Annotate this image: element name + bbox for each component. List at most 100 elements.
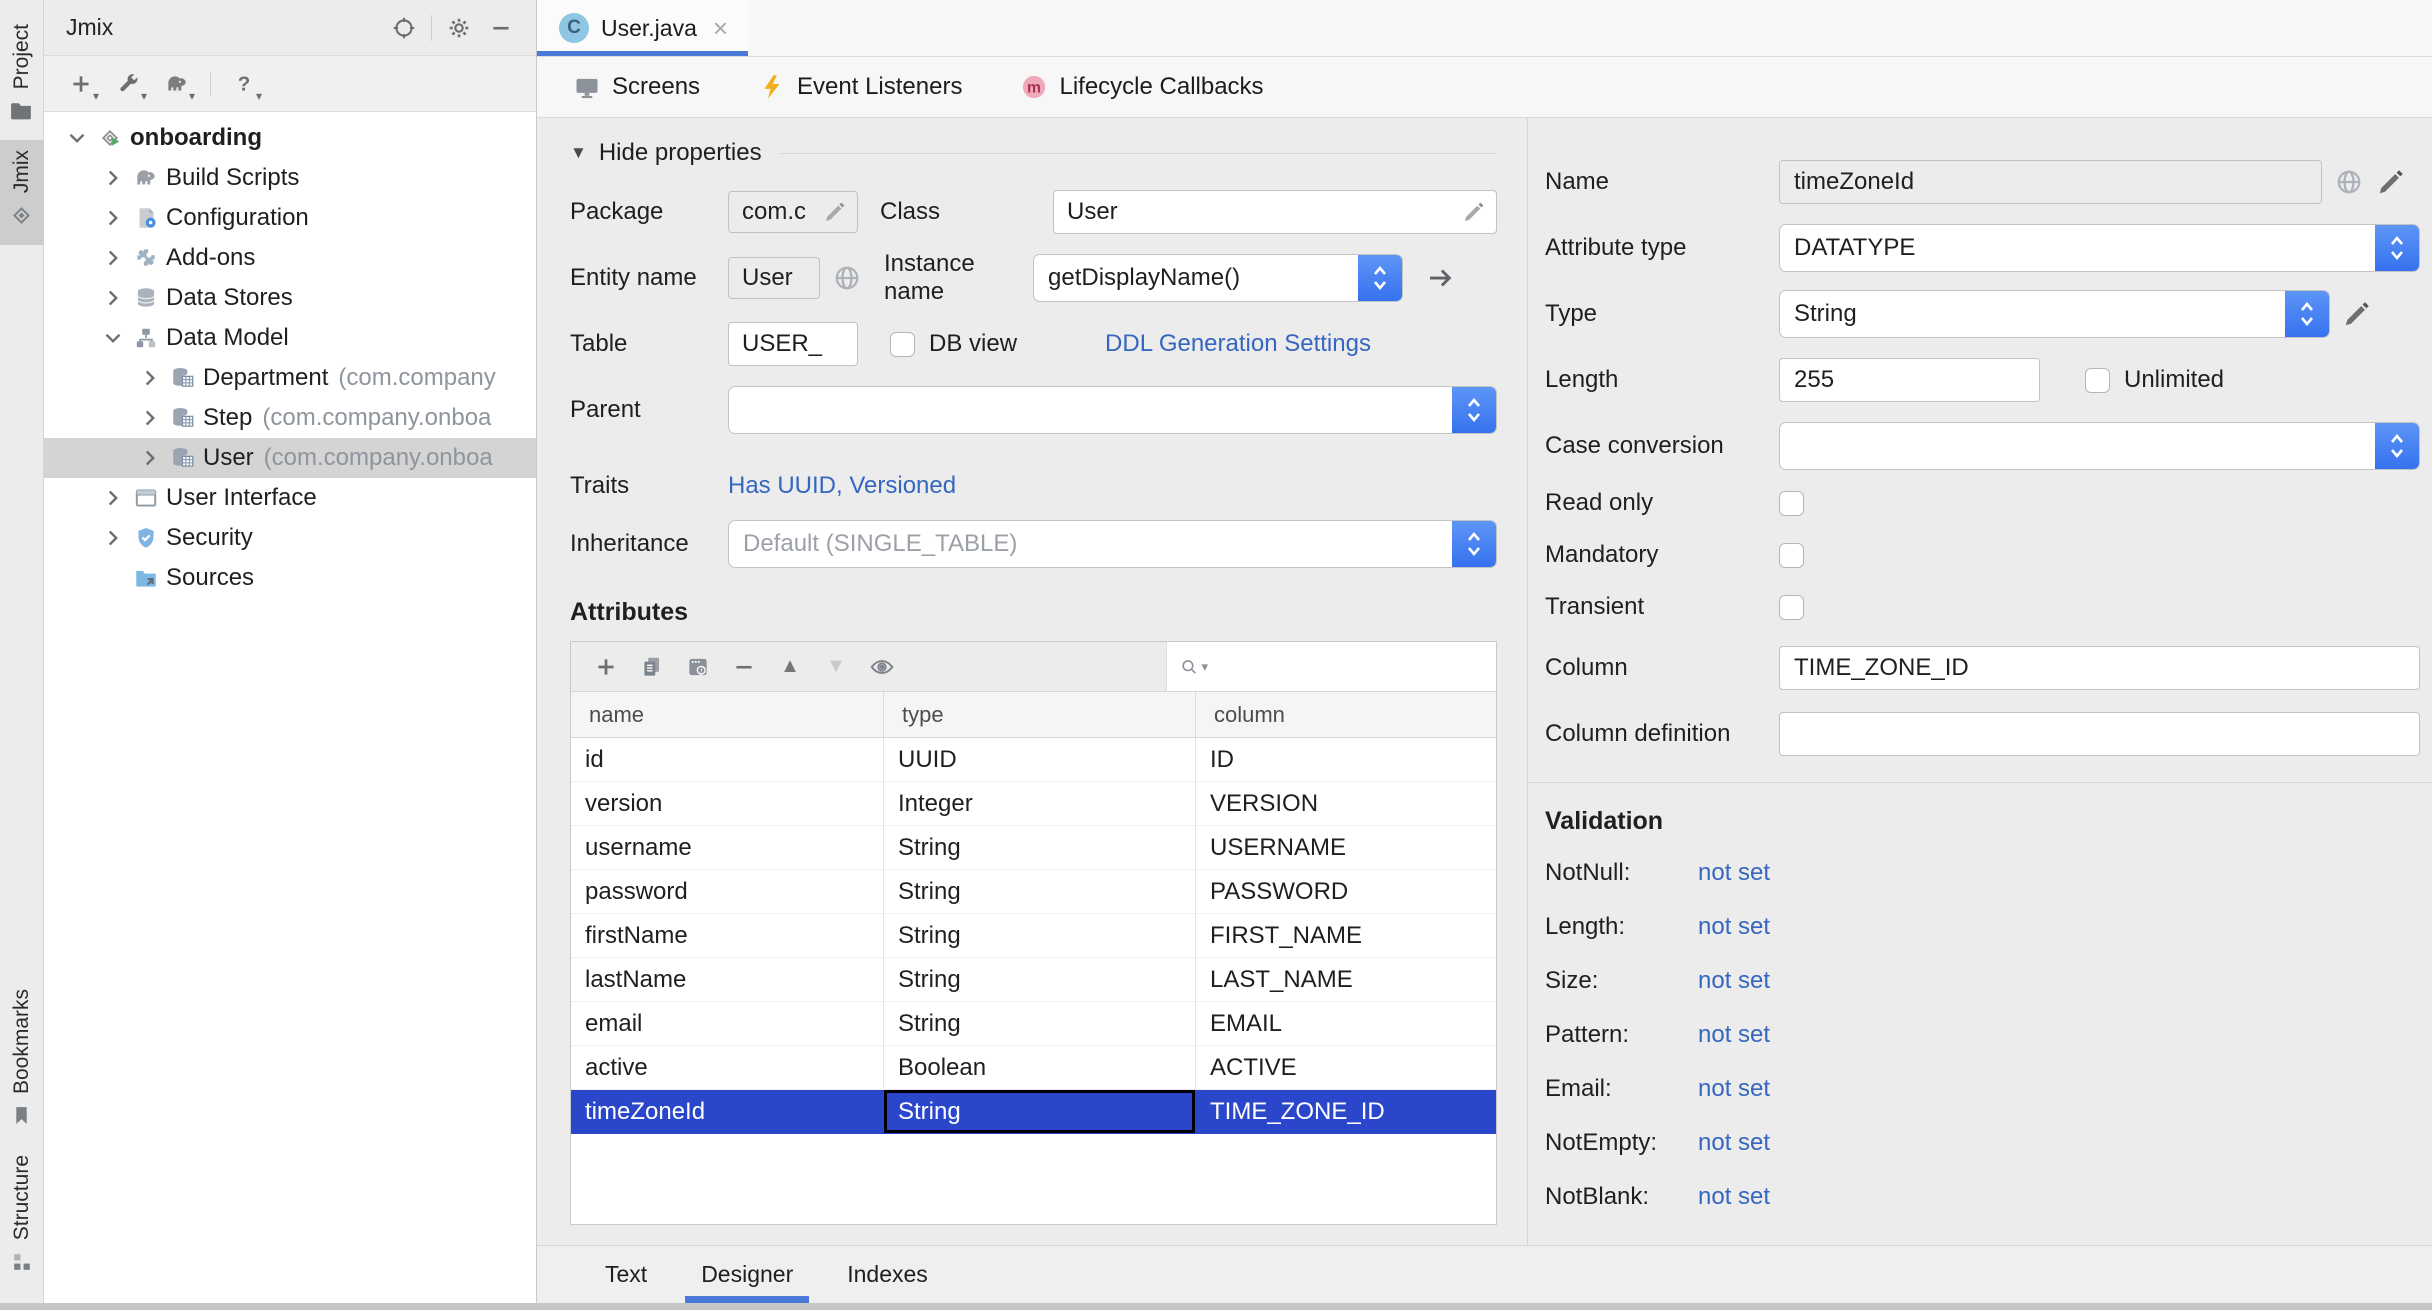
move-up-button[interactable]: ▲ xyxy=(767,646,813,688)
chevron-right-icon[interactable] xyxy=(100,205,126,231)
attribute-row-password[interactable]: password String PASSWORD xyxy=(571,870,1496,914)
attribute-cell-type[interactable]: String xyxy=(884,914,1196,958)
tree-item-sources[interactable]: Sources xyxy=(44,558,536,598)
tool-window-button-jmix[interactable]: Jmix xyxy=(0,140,44,245)
inheritance-combobox[interactable]: Default (SINGLE_TABLE) xyxy=(728,520,1497,568)
move-down-button[interactable]: ▼ xyxy=(813,646,859,688)
attributes-search-input[interactable] xyxy=(1208,646,1496,687)
tree-item-onboarding[interactable]: onboarding xyxy=(44,118,536,158)
lifecycle-callbacks-button[interactable]: m Lifecycle Callbacks xyxy=(1020,73,1264,101)
chevron-right-icon[interactable] xyxy=(137,445,163,471)
stepper-icon[interactable] xyxy=(1452,387,1496,433)
table-field[interactable]: USER_ xyxy=(728,322,858,366)
read-only-checkbox[interactable] xyxy=(1779,490,1804,516)
bottom-tab-text[interactable]: Text xyxy=(595,1246,657,1303)
package-field[interactable]: com.c xyxy=(728,191,858,233)
remove-attribute-button[interactable] xyxy=(721,646,767,688)
instance-name-combobox[interactable]: getDisplayName() xyxy=(1033,254,1403,302)
attribute-cell-column[interactable]: TIME_ZONE_ID xyxy=(1196,1090,1496,1134)
tree-item-build-scripts[interactable]: Build Scripts xyxy=(44,158,536,198)
chevron-right-icon[interactable] xyxy=(100,525,126,551)
attribute-cell-column[interactable]: VERSION xyxy=(1196,782,1496,826)
close-icon[interactable]: × xyxy=(713,15,728,41)
attribute-row-active[interactable]: active Boolean ACTIVE xyxy=(571,1046,1496,1090)
attribute-row-email[interactable]: email String EMAIL xyxy=(571,1002,1496,1046)
tree-item-user-interface[interactable]: User Interface xyxy=(44,478,536,518)
unlimited-checkbox[interactable] xyxy=(2085,367,2110,393)
tree-item-add-ons[interactable]: Add-ons xyxy=(44,238,536,278)
validation-not-set-link[interactable]: not set xyxy=(1698,1021,1770,1049)
tree-item-user[interactable]: User (com.company.onboa xyxy=(44,438,536,478)
tree-item-data-stores[interactable]: Data Stores xyxy=(44,278,536,318)
tree-item-configuration[interactable]: Configuration xyxy=(44,198,536,238)
attribute-cell-type[interactable]: UUID xyxy=(884,738,1196,782)
chevron-right-icon[interactable] xyxy=(100,245,126,271)
event-listeners-button[interactable]: Event Listeners xyxy=(758,73,962,101)
type-combobox[interactable]: String xyxy=(1779,290,2330,338)
screens-button[interactable]: Screens xyxy=(573,73,700,101)
tree-item-department[interactable]: Department (com.company xyxy=(44,358,536,398)
ddl-generation-settings-link[interactable]: DDL Generation Settings xyxy=(1105,330,1371,358)
hide-panel-button[interactable] xyxy=(480,8,522,48)
help-button[interactable]: ? ▾ xyxy=(223,64,265,104)
db-view-checkbox[interactable] xyxy=(890,331,915,357)
attribute-cell-column[interactable]: USERNAME xyxy=(1196,826,1496,870)
attribute-cell-type[interactable]: String xyxy=(884,870,1196,914)
toggle-visibility-button[interactable] xyxy=(859,646,905,688)
attribute-cell-column[interactable]: PASSWORD xyxy=(1196,870,1496,914)
attribute-cell-type[interactable]: String xyxy=(884,826,1196,870)
column-header-type[interactable]: type xyxy=(884,692,1196,737)
attribute-type-combobox[interactable]: DATATYPE xyxy=(1779,224,2420,272)
chevron-right-icon[interactable] xyxy=(100,485,126,511)
mandatory-checkbox[interactable] xyxy=(1779,542,1804,568)
globe-icon[interactable] xyxy=(832,263,862,293)
add-button[interactable]: ▾ xyxy=(60,64,102,104)
stepper-icon[interactable] xyxy=(2375,225,2419,271)
attribute-row-version[interactable]: version Integer VERSION xyxy=(571,782,1496,826)
name-field[interactable]: timeZoneId xyxy=(1779,160,2322,204)
attribute-cell-column[interactable]: LAST_NAME xyxy=(1196,958,1496,1002)
editor-tab-user-java[interactable]: C User.java × xyxy=(537,0,749,56)
add-dto-field-button[interactable]: f xyxy=(675,646,721,688)
pencil-icon[interactable] xyxy=(2376,167,2406,197)
chevron-right-icon[interactable] xyxy=(137,365,163,391)
attribute-cell-name[interactable]: password xyxy=(571,870,884,914)
transient-checkbox[interactable] xyxy=(1779,594,1804,620)
column-field[interactable]: TIME_ZONE_ID xyxy=(1779,646,2420,690)
duplicate-attribute-button[interactable] xyxy=(629,646,675,688)
validation-not-set-link[interactable]: not set xyxy=(1698,1183,1770,1211)
arrow-right-icon[interactable] xyxy=(1425,263,1455,293)
gradle-button[interactable]: ▾ xyxy=(156,64,198,104)
validation-not-set-link[interactable]: not set xyxy=(1698,859,1770,887)
tool-window-button-bookmarks[interactable]: Bookmarks xyxy=(0,979,44,1145)
globe-icon[interactable] xyxy=(2334,167,2364,197)
hide-properties-toggle[interactable]: ▼ Hide properties xyxy=(570,138,1497,168)
tool-window-button-project[interactable]: Project xyxy=(0,14,44,140)
attribute-cell-name[interactable]: id xyxy=(571,738,884,782)
stepper-icon[interactable] xyxy=(1358,255,1402,301)
parent-combobox[interactable] xyxy=(728,386,1497,434)
attribute-cell-column[interactable]: ID xyxy=(1196,738,1496,782)
attribute-row-firstName[interactable]: firstName String FIRST_NAME xyxy=(571,914,1496,958)
attribute-cell-column[interactable]: FIRST_NAME xyxy=(1196,914,1496,958)
tree-item-step[interactable]: Step (com.company.onboa xyxy=(44,398,536,438)
pencil-icon[interactable] xyxy=(2342,299,2372,329)
attribute-cell-name[interactable]: timeZoneId xyxy=(571,1090,884,1134)
attribute-cell-type[interactable]: String xyxy=(884,1090,1196,1134)
attribute-row-lastName[interactable]: lastName String LAST_NAME xyxy=(571,958,1496,1002)
attribute-row-timeZoneId[interactable]: timeZoneId String TIME_ZONE_ID xyxy=(571,1090,1496,1134)
settings-gear-icon[interactable] xyxy=(438,8,480,48)
column-definition-field[interactable] xyxy=(1779,712,2420,756)
validation-not-set-link[interactable]: not set xyxy=(1698,967,1770,995)
stepper-icon[interactable] xyxy=(1452,521,1496,567)
attribute-row-id[interactable]: id UUID ID xyxy=(571,738,1496,782)
tool-window-button-structure[interactable]: Structure xyxy=(0,1145,44,1291)
case-conversion-combobox[interactable] xyxy=(1779,422,2420,470)
attribute-cell-name[interactable]: email xyxy=(571,1002,884,1046)
attribute-cell-name[interactable]: username xyxy=(571,826,884,870)
attribute-cell-name[interactable]: lastName xyxy=(571,958,884,1002)
column-header-column[interactable]: column xyxy=(1196,692,1496,737)
chevron-right-icon[interactable] xyxy=(100,165,126,191)
locate-button[interactable] xyxy=(383,8,425,48)
attribute-cell-name[interactable]: version xyxy=(571,782,884,826)
